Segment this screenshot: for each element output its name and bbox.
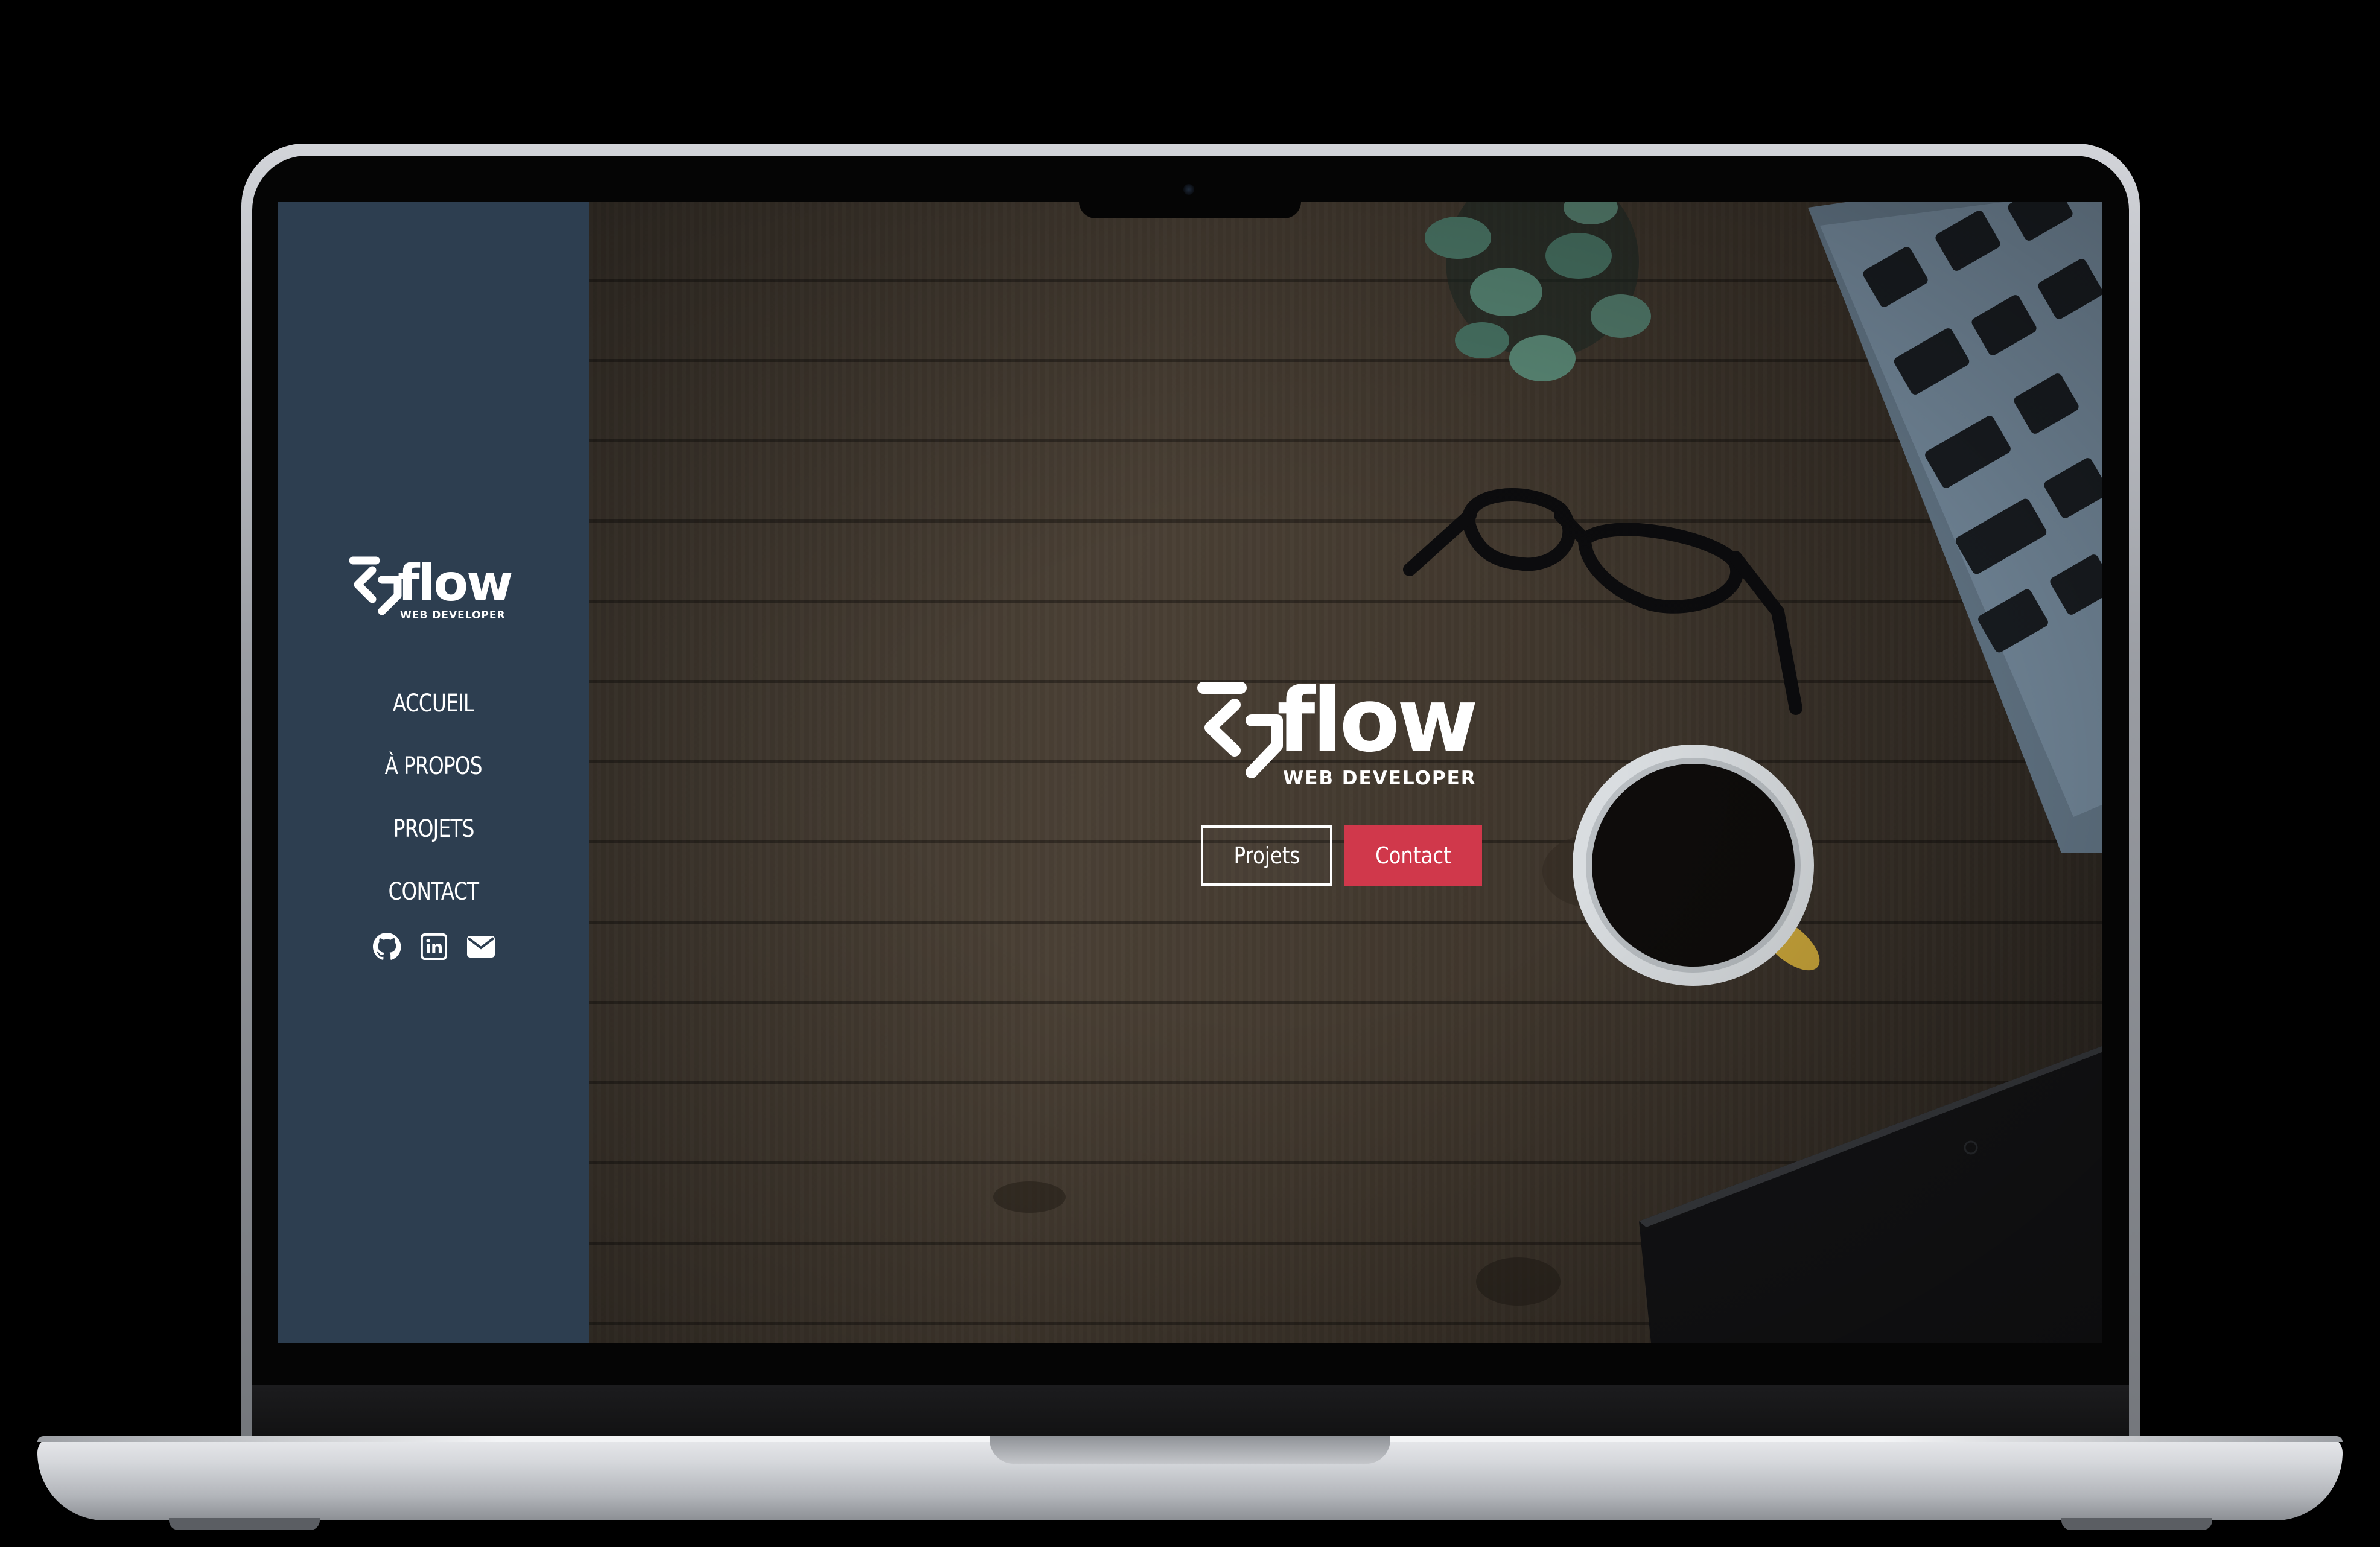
contact-button[interactable]: Contact	[1344, 825, 1482, 886]
projects-button[interactable]: Projets	[1201, 825, 1332, 886]
nav-item-accueil: ACCUEIL	[278, 672, 589, 735]
lid-opening-notch	[990, 1436, 1390, 1464]
logo-tagline: WEB DEVELOPER	[400, 609, 506, 621]
logo-mark-icon	[349, 556, 402, 615]
laptop-foot-right	[2061, 1518, 2212, 1530]
envelope-icon	[466, 936, 495, 958]
linkedin-icon	[420, 933, 447, 960]
laptop-foot-left	[169, 1518, 320, 1530]
hero-logo-wordmark: flow	[1277, 672, 1475, 772]
nav-item-projets: PROJETS	[278, 798, 589, 860]
screen-chin	[252, 1385, 2129, 1440]
website-screen: flow WEB DEVELOPER ACCUEIL À PROPOS PROJ…	[278, 202, 2102, 1343]
linkedin-link[interactable]	[419, 932, 449, 962]
social-links	[278, 932, 589, 962]
nav-item-contact: CONTACT	[278, 860, 589, 923]
main-nav: ACCUEIL À PROPOS PROJETS CONTACT	[278, 672, 589, 923]
logo[interactable]: flow WEB DEVELOPER	[345, 548, 526, 627]
nav-link-contact[interactable]: CONTACT	[389, 878, 480, 906]
camera-notch	[1079, 199, 1301, 218]
hero-logo-mark-icon	[1197, 682, 1283, 778]
nav-item-a-propos: À PROPOS	[278, 735, 589, 798]
sidebar: flow WEB DEVELOPER ACCUEIL À PROPOS PROJ…	[278, 202, 589, 1343]
device-mockup: flow WEB DEVELOPER ACCUEIL À PROPOS PROJ…	[0, 0, 2380, 1547]
nav-link-a-propos[interactable]: À PROPOS	[385, 752, 483, 780]
logo-wordmark: flow	[398, 553, 512, 612]
nav-link-accueil[interactable]: ACCUEIL	[393, 690, 474, 717]
nav-link-projets[interactable]: PROJETS	[393, 815, 475, 843]
email-link[interactable]	[466, 932, 496, 962]
hero-section: flow WEB DEVELOPER Projets Contact	[589, 202, 2102, 1343]
hero-logo-tagline: WEB DEVELOPER	[1283, 767, 1477, 789]
github-icon	[372, 933, 401, 960]
hero-content: flow WEB DEVELOPER Projets Contact	[1192, 672, 1506, 913]
github-link[interactable]	[372, 932, 402, 962]
hero-logo: flow WEB DEVELOPER	[1197, 672, 1478, 789]
projects-button-label: Projets	[1233, 842, 1300, 869]
camera-icon	[1183, 184, 1194, 195]
contact-button-label: Contact	[1375, 842, 1451, 869]
